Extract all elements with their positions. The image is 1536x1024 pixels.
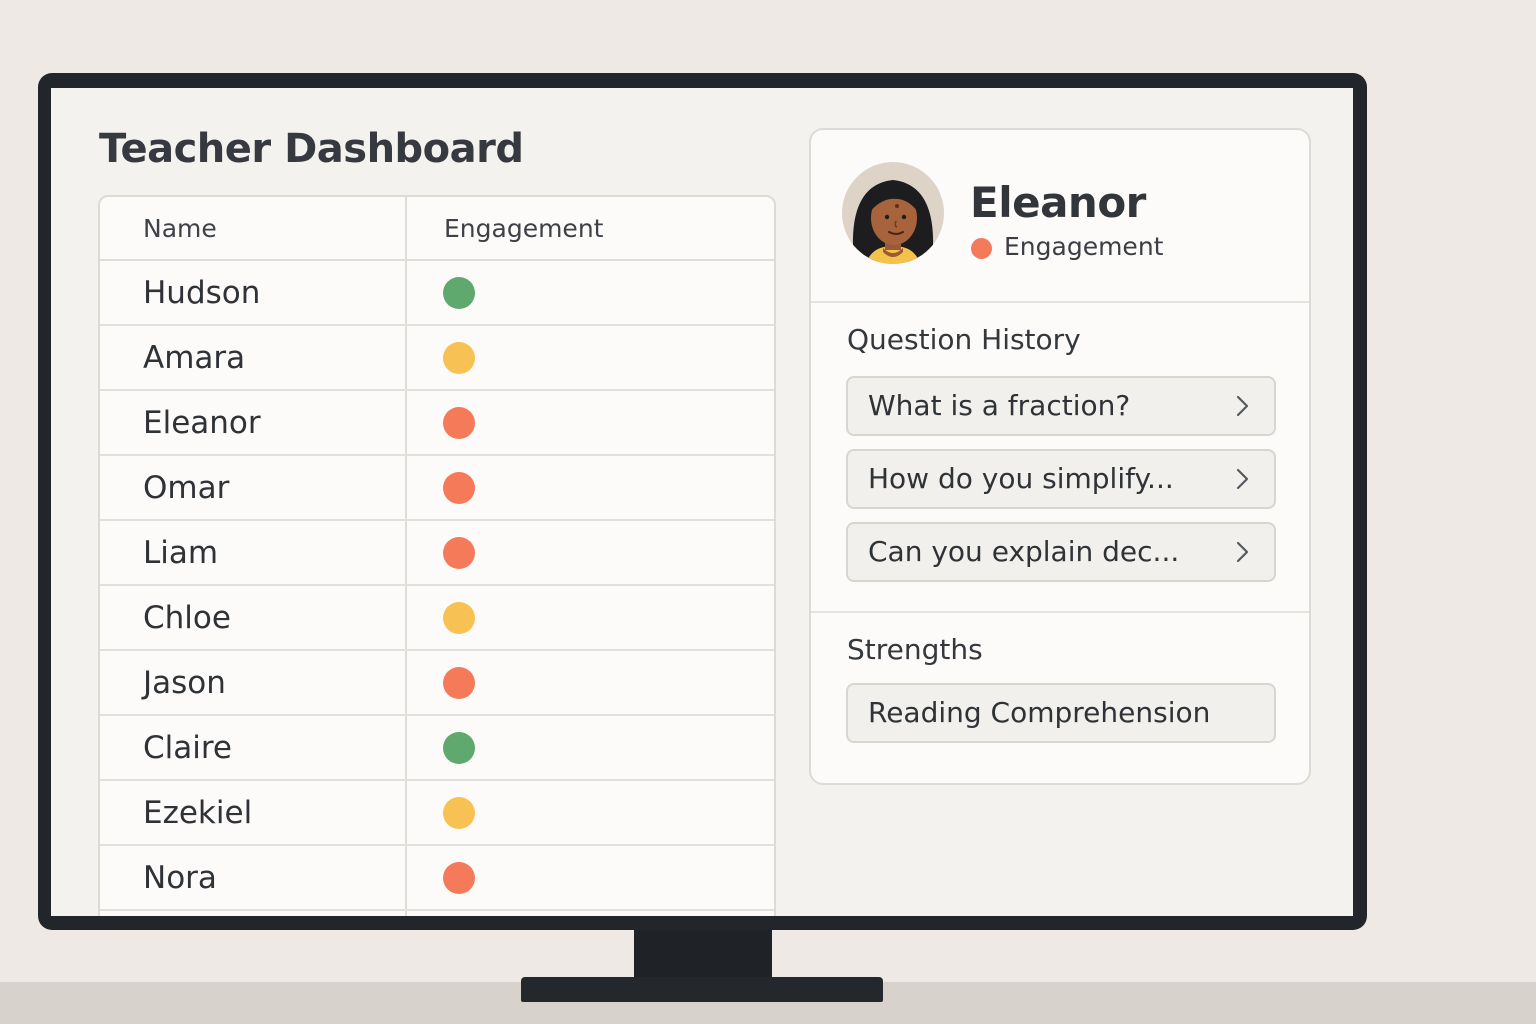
chevron-right-icon xyxy=(1236,468,1249,490)
engagement-status-dot xyxy=(443,797,475,829)
table-row[interactable]: Jason xyxy=(100,651,774,716)
engagement-status-dot xyxy=(443,667,475,699)
question-label: How do you simplify... xyxy=(868,462,1174,495)
table-header: Name Engagement xyxy=(100,197,774,261)
table-row[interactable]: Claire xyxy=(100,716,774,781)
page-title: Teacher Dashboard xyxy=(99,126,524,172)
engagement-status-dot xyxy=(443,862,475,894)
student-name: Eleanor xyxy=(970,178,1146,227)
question-item[interactable]: What is a fraction? xyxy=(846,376,1276,436)
engagement-status-dot xyxy=(443,537,475,569)
profile-header: Eleanor Engagement xyxy=(811,130,1309,303)
engagement-status-dot xyxy=(443,602,475,634)
question-item[interactable]: How do you simplify... xyxy=(846,449,1276,509)
monitor-stand-base xyxy=(521,977,883,1002)
question-history-title: Question History xyxy=(847,323,1081,356)
question-label: Can you explain dec... xyxy=(868,535,1180,568)
screen: Teacher Dashboard Name Engagement Hudson… xyxy=(51,88,1353,916)
student-avatar-icon xyxy=(842,162,944,272)
student-name-cell: Liam xyxy=(143,535,219,571)
question-history-section: Question History What is a fraction? How… xyxy=(811,303,1309,613)
student-name-cell: Jason xyxy=(143,665,226,701)
table-row[interactable]: Amara xyxy=(100,326,774,391)
student-name-cell: Eleanor xyxy=(143,405,261,441)
engagement-status-dot xyxy=(443,342,475,374)
table-row[interactable]: Ezekiel xyxy=(100,781,774,846)
table-row[interactable]: Liam xyxy=(100,521,774,586)
table-row[interactable]: Nora xyxy=(100,846,774,911)
student-name-cell: Chloe xyxy=(143,600,231,636)
table-row[interactable]: Chloe xyxy=(100,586,774,651)
student-name-cell: Hudson xyxy=(143,275,261,311)
student-name-cell: Nora xyxy=(143,860,217,896)
question-label: What is a fraction? xyxy=(868,389,1131,422)
engagement-status-dot xyxy=(443,472,475,504)
chevron-right-icon xyxy=(1236,541,1249,563)
table-row[interactable]: Eleanor xyxy=(100,391,774,456)
student-name-cell: Ezekiel xyxy=(143,795,253,831)
engagement-label: Engagement xyxy=(1004,232,1164,261)
chevron-right-icon xyxy=(1236,395,1249,417)
engagement-status-dot xyxy=(971,238,992,259)
column-header-engagement: Engagement xyxy=(444,214,604,243)
question-item[interactable]: Can you explain dec... xyxy=(846,522,1276,582)
strength-label: Reading Comprehension xyxy=(868,696,1211,729)
engagement-status-dot xyxy=(443,277,475,309)
table-body: Hudson Amara Eleanor Omar Liam Chloe Jason Clai… xyxy=(100,261,774,911)
column-header-name: Name xyxy=(143,214,217,243)
student-profile-card: Eleanor Engagement Question History What… xyxy=(809,128,1311,785)
student-name-cell: Omar xyxy=(143,470,230,506)
engagement-status-dot xyxy=(443,407,475,439)
table-row[interactable]: Hudson xyxy=(100,261,774,326)
monitor-stand-neck xyxy=(634,930,772,980)
student-name-cell: Claire xyxy=(143,730,233,766)
strength-item: Reading Comprehension xyxy=(846,683,1276,743)
student-name-cell: Amara xyxy=(143,340,246,376)
table-row[interactable]: Omar xyxy=(100,456,774,521)
strengths-title: Strengths xyxy=(847,633,983,666)
student-table: Name Engagement Hudson Amara Eleanor Omar Li… xyxy=(98,195,776,916)
engagement-status-dot xyxy=(443,732,475,764)
monitor: Teacher Dashboard Name Engagement Hudson… xyxy=(38,73,1367,930)
